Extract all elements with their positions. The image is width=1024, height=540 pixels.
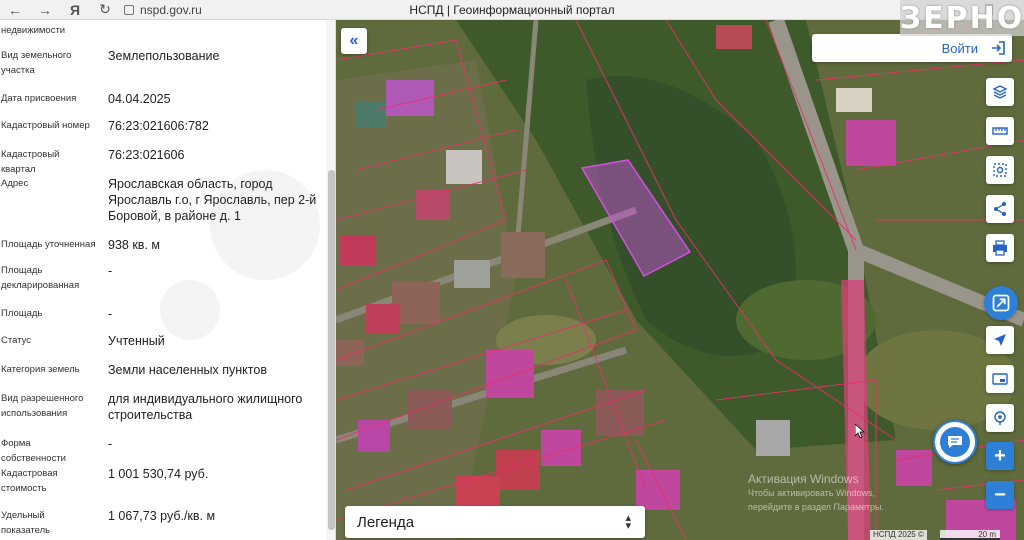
select-area-button[interactable] — [986, 156, 1014, 184]
navigate-button[interactable] — [986, 326, 1014, 354]
yandex-icon[interactable]: Я — [60, 0, 90, 20]
field-value: - — [108, 437, 113, 451]
field-value: 938 кв. м — [108, 238, 160, 252]
field-label: Удельный показатель кадастровой — [1, 510, 51, 536]
chat-button[interactable] — [933, 420, 977, 464]
share-icon — [994, 202, 1006, 216]
field-label: Кадастровый квартал — [1, 149, 60, 175]
collapse-panel-button[interactable]: « — [341, 28, 367, 54]
field-label: Статус — [1, 335, 32, 346]
chat-icon — [948, 436, 962, 448]
field-value: Землепользование — [108, 49, 220, 63]
screen-icon — [992, 373, 1008, 385]
field-value: 04.04.2025 — [108, 92, 171, 106]
login-label: Войти — [941, 40, 978, 56]
watermark-logo: ЗЕРНО — [899, 0, 1024, 36]
field-value: Ярославская область, город Ярославль г.о… — [108, 177, 317, 223]
lock-icon — [124, 4, 134, 15]
field-value: для индивидуального жилищного строительс… — [108, 392, 303, 422]
field-label: Вид земельного участка — [1, 50, 72, 76]
info-panel: недвижимости Вид земельного участка Земле… — [0, 20, 336, 540]
login-icon — [992, 41, 1005, 55]
zoom-in-button[interactable]: + — [986, 442, 1014, 470]
print-button[interactable] — [986, 234, 1014, 262]
nspd-tool-button[interactable] — [984, 286, 1018, 320]
mouse-cursor-icon — [855, 424, 865, 438]
measure-button[interactable] — [986, 117, 1014, 145]
field-label: Категория земель — [1, 364, 80, 375]
chevron-updown-icon: ▴ ▾ — [625, 512, 631, 532]
back-icon[interactable]: ← — [0, 0, 30, 20]
field-value: - — [108, 264, 113, 278]
satellite-imagery — [336, 20, 1024, 540]
nspd-tool-icon — [992, 294, 1010, 312]
locate-button[interactable] — [986, 404, 1014, 432]
field-label: Площадь декларированная — [1, 265, 80, 291]
select-area-icon — [993, 163, 1007, 177]
field-value: 76:23:021606:782 — [108, 119, 209, 133]
field-value: Земли населенных пунктов — [108, 363, 267, 377]
layers-button[interactable] — [986, 78, 1014, 106]
browser-toolbar: ← → Я ↻ nspd.gov.ru НСПД | Геоинформацио… — [0, 0, 1024, 20]
login-button[interactable]: Войти — [812, 34, 1012, 62]
map-view[interactable] — [336, 20, 1024, 540]
field-value: - — [108, 307, 113, 321]
forward-icon[interactable]: → — [30, 0, 60, 20]
field-label: недвижимости — [1, 25, 66, 36]
field-label: Кадастровый номер — [1, 120, 90, 131]
locate-icon — [994, 411, 1006, 425]
field-value: 1 067,73 руб./кв. м — [108, 509, 216, 523]
field-label: Адрес — [1, 178, 29, 189]
legend-dropdown[interactable]: Легенда ▴ ▾ — [345, 506, 645, 538]
zoom-out-button[interactable]: − — [986, 481, 1014, 509]
windows-activation-watermark: Активация Windows Чтобы активировать Win… — [748, 472, 898, 514]
layers-icon — [992, 85, 1008, 99]
address-url: nspd.gov.ru — [140, 2, 202, 17]
field-label: Вид разрешенного использования — [1, 393, 84, 419]
field-value: 1 001 530,74 руб. — [108, 467, 209, 481]
field-value: Учтенный — [108, 334, 165, 348]
field-label: Площадь уточненная — [1, 239, 96, 250]
field-value: 76:23:021606 — [108, 148, 185, 162]
ruler-icon — [992, 127, 1008, 135]
field-label: Форма собственности — [1, 438, 66, 464]
panel-scrollbar-thumb[interactable] — [328, 170, 335, 530]
activation-subtitle: Чтобы активировать Windows, перейдите в … — [748, 488, 885, 512]
field-label: Кадастровая стоимость — [1, 468, 58, 494]
address-bar[interactable]: nspd.gov.ru — [124, 3, 354, 17]
activation-title: Активация Windows — [748, 472, 859, 486]
field-label: Дата присвоения — [1, 93, 77, 104]
screen-button[interactable] — [986, 365, 1014, 393]
print-icon — [993, 240, 1007, 256]
field-label: Площадь — [1, 308, 43, 319]
navigate-icon — [994, 334, 1006, 346]
map-attribution: НСПД 2025 © — [870, 530, 927, 540]
scale-bar: 20 m — [940, 530, 1000, 540]
reload-icon[interactable]: ↻ — [90, 0, 120, 20]
share-button[interactable] — [986, 195, 1014, 223]
legend-label: Легенда — [357, 513, 415, 531]
